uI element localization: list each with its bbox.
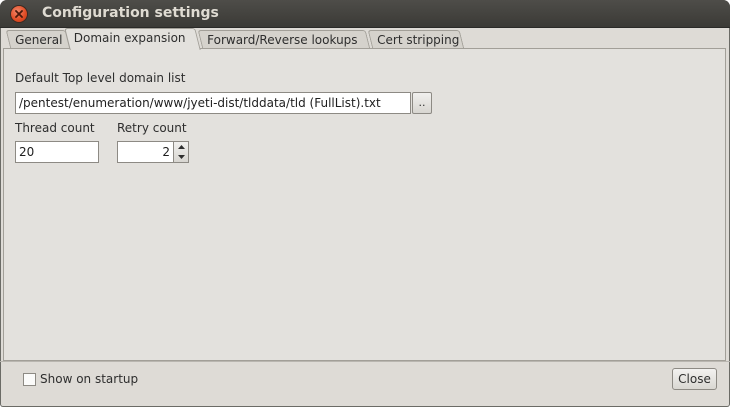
retry-count-spinner-field[interactable]	[117, 141, 174, 163]
retry-count-label: Retry count	[117, 121, 187, 135]
tab-cert-stripping[interactable]: Cert stripping	[367, 30, 465, 49]
tab-general[interactable]: General	[5, 30, 71, 49]
close-icon	[15, 10, 23, 18]
tab-forward-reverse-lookups[interactable]: Forward/Reverse lookups	[197, 30, 371, 49]
thread-count-label: Thread count	[15, 121, 95, 135]
spinner-up-button[interactable]	[174, 142, 188, 152]
retry-count-spinner-buttons	[174, 141, 189, 163]
tab-bar: General Forward/Reverse lookups Cert str…	[5, 28, 725, 50]
spinner-down-button[interactable]	[174, 152, 188, 162]
show-on-startup-label: Show on startup	[40, 372, 139, 386]
tab-domain-expansion[interactable]: Domain expansion	[64, 28, 201, 50]
tld-list-path-field[interactable]	[15, 92, 411, 114]
close-button[interactable]: Close	[672, 368, 717, 390]
tab-forward-reverse-lookups-label: Forward/Reverse lookups	[207, 33, 358, 47]
title-bar: Configuration settings	[0, 0, 730, 28]
show-on-startup-checkbox[interactable]	[23, 373, 36, 386]
window-title: Configuration settings	[42, 5, 219, 21]
browse-button[interactable]: ..	[412, 92, 432, 114]
tab-general-label: General	[15, 33, 63, 47]
window-close-icon[interactable]	[11, 6, 27, 22]
tab-cert-stripping-label: Cert stripping	[377, 33, 460, 47]
chevron-down-icon	[177, 155, 185, 159]
tld-list-label: Default Top level domain list	[15, 71, 186, 85]
configuration-dialog: Configuration settings General Forward/R…	[0, 0, 730, 407]
chevron-up-icon	[177, 145, 185, 149]
footer-divider	[0, 361, 730, 362]
thread-count-field[interactable]	[15, 141, 99, 163]
tab-domain-expansion-label: Domain expansion	[73, 31, 186, 45]
